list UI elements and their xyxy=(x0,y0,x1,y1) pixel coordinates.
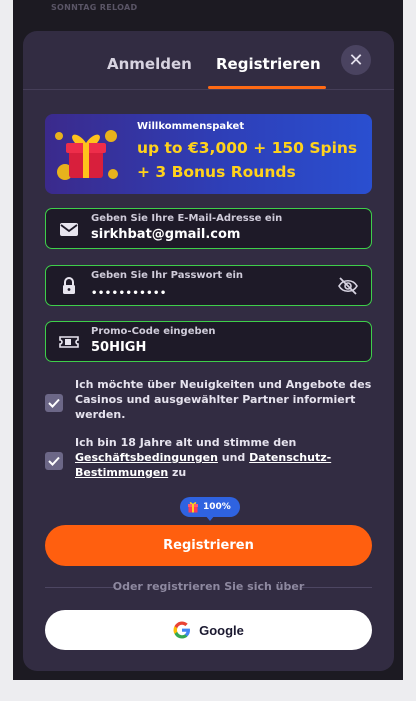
terms-checkbox[interactable] xyxy=(45,452,63,470)
divider-line-right xyxy=(302,587,372,588)
tabs-divider xyxy=(23,89,394,90)
terms-text: Ich bin 18 Jahre alt und stimme den Gesc… xyxy=(75,435,373,480)
password-field[interactable]: Geben Sie Ihr Passwort ein ••••••••••• xyxy=(45,265,372,306)
tab-register[interactable]: Registrieren xyxy=(216,55,321,73)
backdrop-promo-text: SONNTAG RELOAD xyxy=(51,3,138,12)
banner-offer: up to €3,000 + 150 Spins + 3 Bonus Round… xyxy=(137,139,358,181)
newsletter-consent: Ich möchte über Neuigkeiten und Angebote… xyxy=(45,377,372,423)
google-icon xyxy=(173,621,191,639)
mail-icon xyxy=(60,223,78,236)
newsletter-checkbox[interactable] xyxy=(45,394,63,412)
promo-code-field[interactable]: Promo-Code eingeben 50HIGH xyxy=(45,321,372,362)
email-label: Geben Sie Ihre E-Mail-Adresse ein xyxy=(91,213,283,224)
welcome-banner: Willkommenspaket up to €3,000 + 150 Spin… xyxy=(45,114,372,194)
gift-box-icon xyxy=(55,130,118,180)
bonus-badge: 100% xyxy=(180,497,240,517)
password-value: ••••••••••• xyxy=(91,288,167,299)
checkmark-icon xyxy=(48,398,60,408)
google-button-label: Google xyxy=(199,622,244,638)
checkmark-icon xyxy=(48,456,60,466)
tab-bar: Anmelden Registrieren xyxy=(23,31,394,89)
close-icon: ✕ xyxy=(348,49,364,71)
promo-code-label: Promo-Code eingeben xyxy=(91,326,216,337)
terms-link[interactable]: Geschäftsbedingungen xyxy=(75,451,218,464)
register-modal: Anmelden Registrieren ✕ Willkommenspaket… xyxy=(23,31,394,671)
email-value: sirkhbat@gmail.com xyxy=(91,227,241,242)
gift-icon xyxy=(188,502,198,513)
ticket-icon xyxy=(59,336,79,348)
terms-text-after: zu xyxy=(168,466,187,479)
password-label: Geben Sie Ihr Passwort ein xyxy=(91,270,244,281)
lock-icon xyxy=(63,277,75,294)
terms-text-before: Ich bin 18 Jahre alt und stimme den xyxy=(75,436,297,449)
eye-off-icon[interactable] xyxy=(337,276,359,296)
promo-code-value: 50HIGH xyxy=(91,340,147,355)
terms-consent: Ich bin 18 Jahre alt und stimme den Gesc… xyxy=(45,435,372,481)
google-signup-button[interactable]: Google xyxy=(45,610,372,650)
terms-text-middle: und xyxy=(217,451,250,464)
bonus-badge-value: 100% xyxy=(203,502,231,512)
banner-title: Willkommenspaket xyxy=(137,121,245,132)
register-button[interactable]: Registrieren xyxy=(45,525,372,566)
tab-login[interactable]: Anmelden xyxy=(107,55,192,73)
close-button[interactable]: ✕ xyxy=(341,45,371,75)
bonus-badge-tip xyxy=(205,515,215,521)
newsletter-text: Ich möchte über Neuigkeiten und Angebote… xyxy=(75,378,372,421)
email-field[interactable]: Geben Sie Ihre E-Mail-Adresse ein sirkhb… xyxy=(45,208,372,249)
